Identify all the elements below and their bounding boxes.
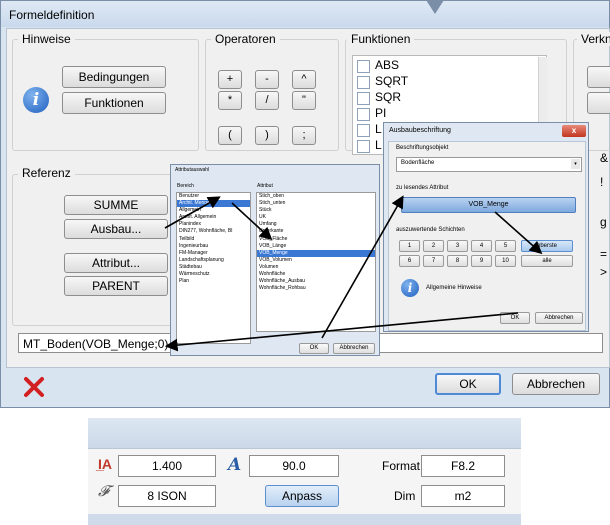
text-angle-field[interactable]: 90.0 (249, 455, 339, 477)
text-parameter-panel: I̲A 1.400 A 90.0 Format F8.2 𝓕 8 ISON An… (88, 448, 521, 515)
arrow-bereich-to-attribut (231, 202, 273, 241)
text-angle-icon: A (228, 455, 242, 475)
flow-arrows (164, 195, 543, 352)
arrow-ausbau-to-bereich (164, 196, 221, 229)
dim-label: Dim (394, 489, 416, 503)
anpass-button[interactable]: Anpass (265, 485, 339, 507)
text-height-field[interactable]: 1.400 (118, 455, 216, 477)
toolbar-header (88, 418, 521, 448)
arrow-ok-to-formula (164, 312, 519, 352)
format-label: Format (382, 459, 421, 473)
arrow-attribut-to-vob (321, 195, 404, 339)
toolbar-footer (88, 514, 521, 525)
font-field[interactable]: 8 ISON (118, 485, 216, 507)
format-field[interactable]: F8.2 (421, 455, 505, 477)
font-icon: 𝓕 (98, 482, 110, 500)
text-height-icon: I̲A (98, 456, 112, 472)
arrow-vob-to-oberste (494, 211, 543, 255)
dim-field[interactable]: m2 (421, 485, 505, 507)
